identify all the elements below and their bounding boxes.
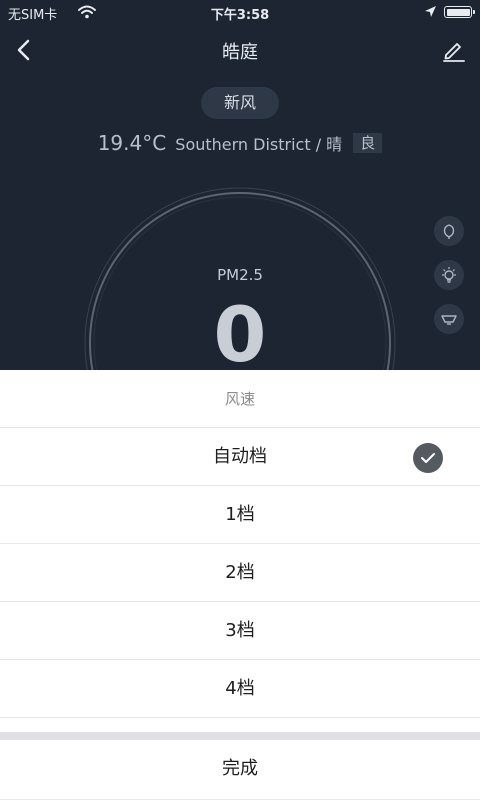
- speed-option-3[interactable]: 3档: [0, 602, 480, 660]
- speed-option-2[interactable]: 2档: [0, 544, 480, 602]
- speed-option-4[interactable]: 4档: [0, 660, 480, 718]
- sheet-divider: [0, 732, 480, 740]
- dim-overlay[interactable]: [0, 0, 480, 370]
- done-button[interactable]: 完成: [0, 740, 480, 800]
- speed-option-auto[interactable]: 自动档: [0, 428, 480, 486]
- option-label: 1档: [225, 504, 255, 525]
- speed-option-1[interactable]: 1档: [0, 486, 480, 544]
- sheet-title: 风速: [0, 370, 480, 428]
- option-label: 2档: [225, 562, 255, 583]
- speed-action-sheet: 风速 自动档 1档 2档 3档 4档 完成: [0, 370, 480, 800]
- option-label: 自动档: [213, 446, 267, 467]
- checkmark-icon: [413, 443, 443, 473]
- option-label: 3档: [225, 620, 255, 641]
- option-label: 4档: [225, 678, 255, 699]
